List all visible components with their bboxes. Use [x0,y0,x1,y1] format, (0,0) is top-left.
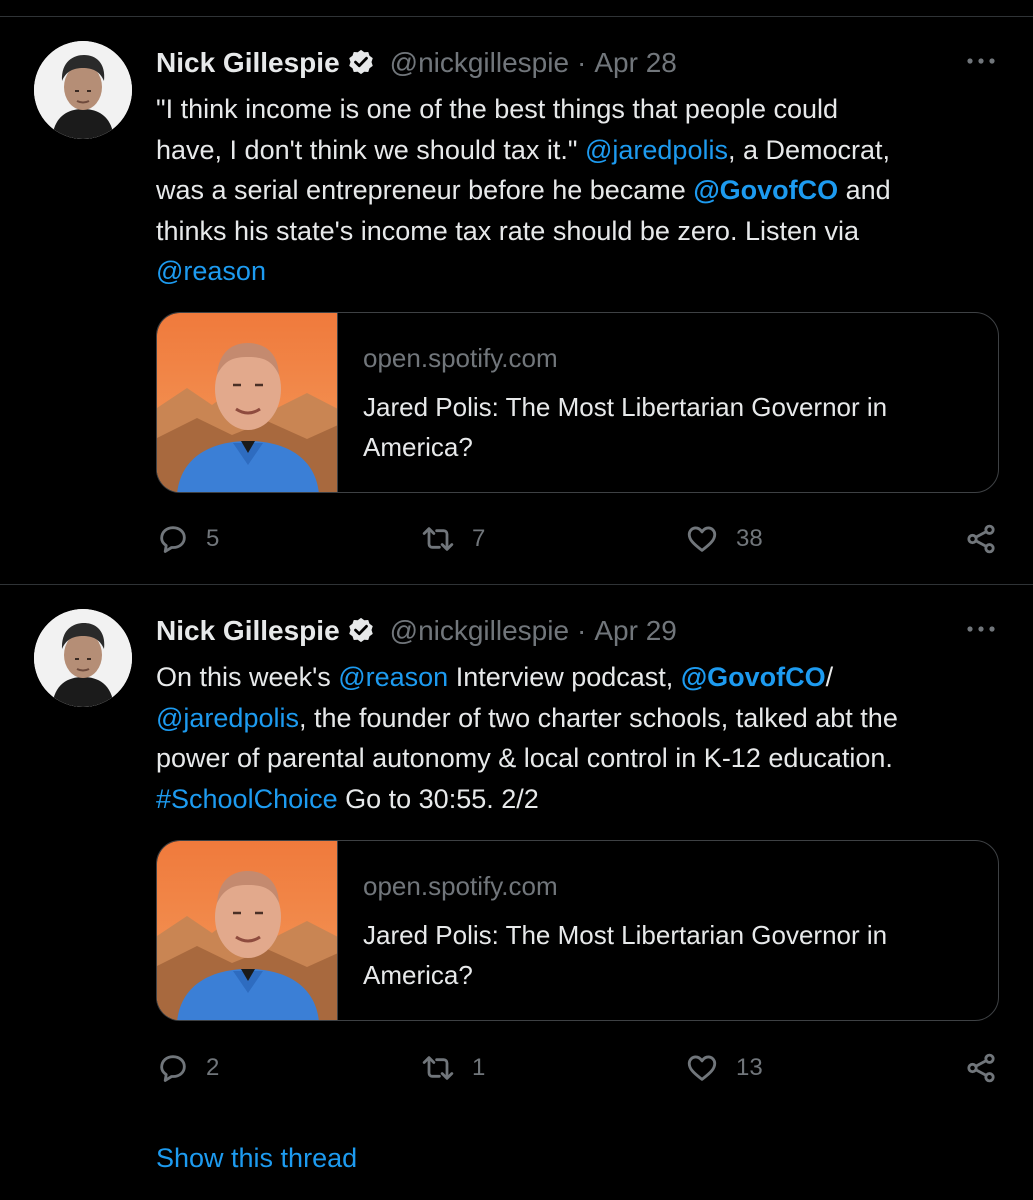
text-segment: Interview podcast, [448,662,681,692]
like-count: 38 [736,525,763,552]
like-button[interactable]: 38 [684,519,763,559]
text-segment: , the founder of two charter schools, ta… [298,702,898,733]
reply-count: 2 [206,1054,220,1081]
card-domain: open.spotify.com [363,343,558,373]
tweet-header: Nick Gillespie @nickgillespie · Apr 29 [156,611,677,651]
show-thread-link[interactable]: Show this thread [156,1143,357,1174]
like-count: 13 [736,1054,763,1081]
more-options-icon[interactable] [965,51,997,71]
heart-icon [684,522,720,556]
tweet-actions: 2 1 13 [156,1048,1006,1088]
reply-icon [156,522,190,556]
author-handle[interactable]: @nickgillespie [390,615,569,647]
share-icon [964,522,998,556]
tweet-date[interactable]: Apr 29 [594,615,677,647]
tweet[interactable]: Nick Gillespie @nickgillespie · Apr 29 O… [0,585,1033,1105]
mention-link[interactable]: @jaredpolis [585,135,728,165]
mention-link[interactable]: @GovofCO [681,662,826,692]
reply-icon [156,1051,190,1085]
tweet-header: Nick Gillespie @nickgillespie · Apr 28 [156,43,677,83]
mention-link[interactable]: @GovofCO [693,175,838,205]
link-preview-card[interactable]: open.spotify.com Jared Polis: The Most L… [156,840,999,1021]
text-segment: / [825,662,834,692]
heart-icon [684,1051,720,1085]
avatar[interactable] [34,41,132,139]
like-button[interactable]: 13 [684,1048,763,1088]
author-handle[interactable]: @nickgillespie [390,47,569,79]
retweet-button[interactable]: 1 [420,1048,485,1088]
tweet-text: On this week's @reason Interview podcast… [156,657,1006,819]
text-segment: , a Democrat, [727,134,891,165]
retweet-icon [420,1051,456,1085]
author-name[interactable]: Nick Gillespie [156,615,340,647]
share-button[interactable] [964,1048,998,1088]
card-domain: open.spotify.com [363,871,558,901]
reply-count: 5 [206,525,220,552]
verified-badge-icon [346,616,376,646]
retweet-count: 7 [472,525,486,552]
tweet-text: "I think income is one of the best thing… [156,89,1006,292]
tweet-date[interactable]: Apr 28 [594,47,677,79]
share-icon [964,1051,998,1085]
link-preview-card[interactable]: open.spotify.com Jared Polis: The Most L… [156,312,999,493]
text-segment: Go to 30:55. 2/2 [337,783,539,814]
reply-button[interactable]: 5 [156,519,219,559]
card-thumbnail [157,313,338,492]
mention-link[interactable]: @reason [156,256,266,286]
text-segment: have, I don't think we should tax it." [156,134,585,165]
separator-dot: · [577,615,587,646]
share-button[interactable] [964,519,998,559]
tweet-actions: 5 7 38 [156,519,1006,559]
text-segment: and [838,175,891,205]
reply-button[interactable]: 2 [156,1048,219,1088]
retweet-icon [420,522,456,556]
text-segment: "I think income is one of the best thing… [156,94,839,124]
tweet[interactable]: Nick Gillespie @nickgillespie · Apr 28 "… [0,17,1033,585]
hashtag-link[interactable]: #SchoolChoice [156,784,338,814]
retweet-count: 1 [472,1054,486,1081]
text-segment: power of parental autonomy & local contr… [156,743,893,773]
card-title: Jared Polis: The Most Libertarian Govern… [363,920,888,990]
avatar[interactable] [34,609,132,707]
retweet-button[interactable]: 7 [420,519,485,559]
card-title: Jared Polis: The Most Libertarian Govern… [363,392,888,462]
card-thumbnail [157,841,338,1020]
text-segment: was a serial entrepreneur before he beca… [156,175,694,205]
separator-dot: · [577,47,587,78]
text-segment: thinks his state's income tax rate shoul… [156,215,860,246]
mention-link[interactable]: @jaredpolis [156,703,299,733]
mention-link[interactable]: @reason [338,662,448,692]
more-options-icon[interactable] [965,619,997,639]
verified-badge-icon [346,48,376,78]
author-name[interactable]: Nick Gillespie [156,47,340,79]
text-segment: On this week's [156,662,339,692]
